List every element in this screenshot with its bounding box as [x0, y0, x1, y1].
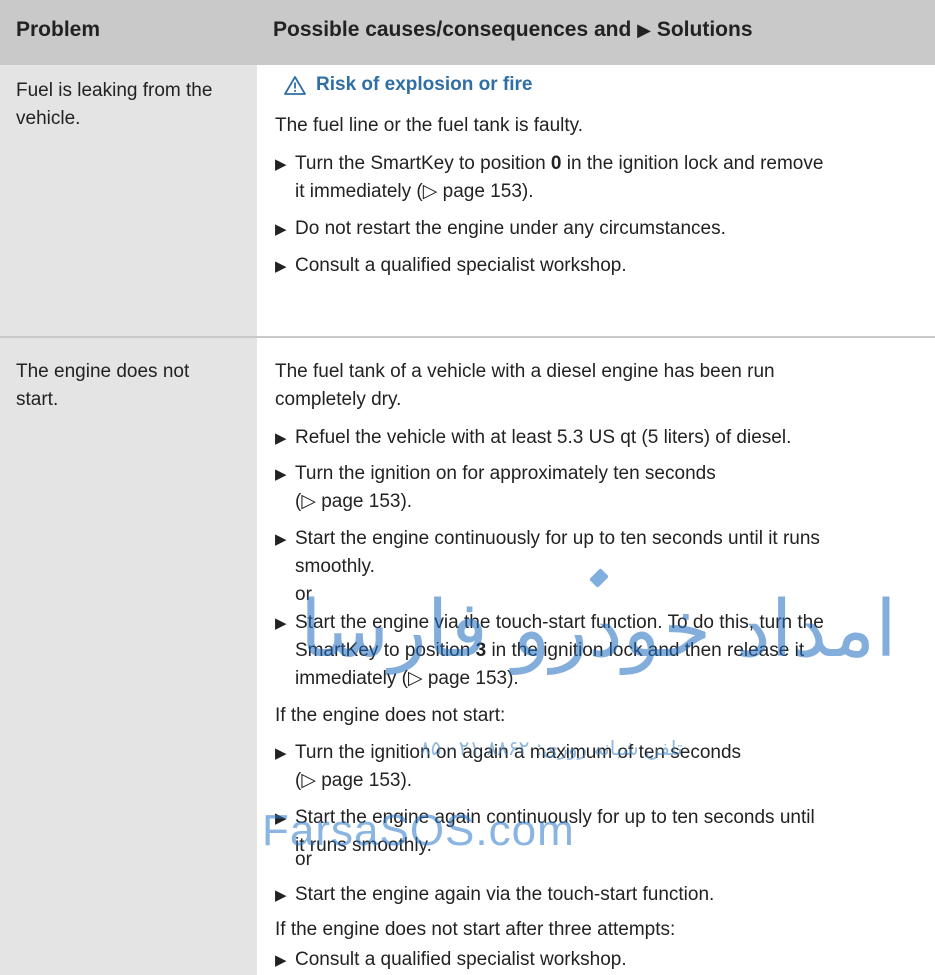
- step-text: Consult a qualified specialist workshop.: [295, 949, 627, 970]
- watermark-farsi: امداد خودرو فارسا: [300, 585, 897, 675]
- bullet-icon: ▶: [275, 745, 287, 762]
- step-item: ▶ Start the engine again via the touch-st…: [275, 881, 714, 910]
- step-text: Turn the ignition on for approximately t…: [295, 463, 716, 484]
- header-problem: Problem: [16, 18, 101, 41]
- step-text: Turn the SmartKey to position: [295, 153, 551, 174]
- step-item: ▶ Consult a qualified specialist workshop…: [275, 946, 627, 975]
- warning-heading: Risk of explosion or fire: [284, 74, 532, 96]
- step-text: Start the engine continuously for up to …: [295, 528, 820, 549]
- cause-text: The fuel line or the fuel tank is faulty…: [275, 115, 584, 136]
- bullet-icon: ▶: [275, 156, 287, 173]
- watermark-site: FarsaSOS.com: [262, 806, 575, 855]
- cause-text: completely dry.: [275, 389, 402, 410]
- problem-line: vehicle.: [16, 108, 81, 129]
- step-continuation: (▷ page 153).: [295, 491, 413, 512]
- cause-text: The fuel tank of a vehicle with a diesel…: [275, 361, 775, 382]
- problem-line: The engine does not: [16, 361, 190, 382]
- warning-text: Risk of explosion or fire: [316, 74, 533, 95]
- condition-text: If the engine does not start after three…: [275, 919, 676, 940]
- warning-triangle-icon: [284, 76, 306, 95]
- bullet-icon: ▶: [275, 466, 287, 483]
- table-header: Problem Possible causes/consequences and…: [0, 0, 935, 65]
- position-number: 0: [550, 153, 562, 174]
- step-item: ▶ Do not restart the engine under any cir…: [275, 215, 726, 244]
- step-item: ▶ Turn the SmartKey to position 0 in the …: [275, 150, 823, 179]
- problem-engine-not-start: The engine does not start.: [16, 358, 248, 414]
- bullet-icon: ▶: [275, 258, 287, 275]
- step-text: Consult a qualified specialist workshop.: [295, 255, 627, 276]
- bullet-icon: ▶: [275, 221, 287, 238]
- problem-line: start.: [16, 389, 59, 410]
- problem-cell-engine-not-start: [0, 338, 257, 975]
- step-item: ▶ Start the engine continuously for up to…: [275, 525, 820, 554]
- step-text: Do not restart the engine under any circ…: [295, 218, 726, 239]
- step-continuation: smoothly.: [295, 556, 375, 577]
- problem-fuel-leak: Fuel is leaking from the vehicle.: [16, 77, 248, 133]
- problem-line: Fuel is leaking from the: [16, 80, 213, 101]
- step-text: Start the engine again via the touch-sta…: [295, 884, 715, 905]
- watermark-phone: تلفن شبانه روزی: ۸۸۶۲ ۰۲۱ ۸۵: [420, 736, 683, 760]
- step-item: ▶ Refuel the vehicle with at least 5.3 US…: [275, 424, 791, 453]
- step-text: in the ignition lock and remove: [561, 153, 824, 174]
- step-continuation: it immediately (▷ page 153).: [295, 181, 534, 202]
- step-item: ▶ Turn the ignition on for approximately …: [275, 460, 716, 489]
- bullet-icon: ▶: [275, 952, 287, 969]
- step-item: ▶ Consult a qualified specialist workshop…: [275, 252, 627, 281]
- header-solutions-suffix: Solutions: [651, 18, 753, 41]
- header-solutions: Possible causes/consequences and ▶ Solut…: [273, 18, 753, 42]
- header-solutions-prefix: Possible causes/consequences and: [273, 18, 638, 41]
- step-text: Refuel the vehicle with at least 5.3 US …: [295, 427, 792, 448]
- bullet-icon: ▶: [275, 430, 287, 447]
- bullet-icon: ▶: [275, 531, 287, 548]
- condition-text: If the engine does not start:: [275, 705, 506, 726]
- arrow-icon: ▶: [637, 20, 652, 40]
- step-continuation: (▷ page 153).: [295, 770, 413, 791]
- bullet-icon: ▶: [275, 615, 287, 632]
- bullet-icon: ▶: [275, 887, 287, 904]
